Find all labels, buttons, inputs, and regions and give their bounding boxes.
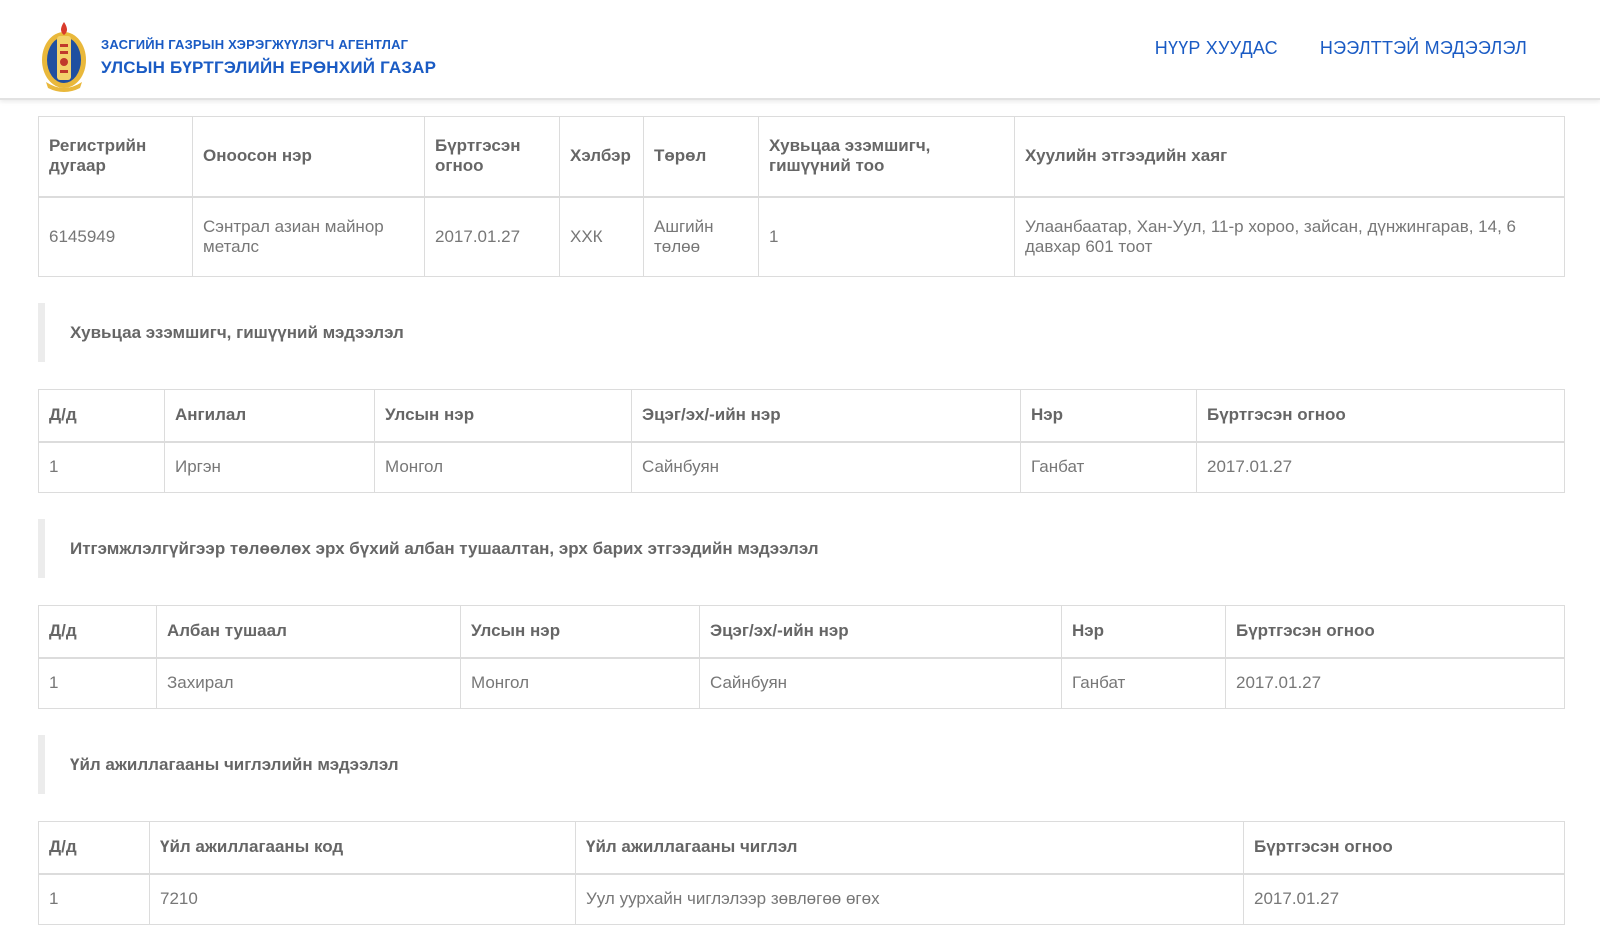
column-header: Оноосон нэр: [192, 116, 425, 198]
column-header: Хуулийн этгээдийн хаяг: [1014, 116, 1565, 198]
company-type: Ашгийн төлөө: [643, 196, 759, 277]
column-header: Улсын нэр: [460, 605, 700, 659]
registration-date: 2017.01.27: [424, 196, 560, 277]
column-header: Д/д: [38, 389, 165, 443]
table-row: 6145949 Сэнтрал азиан майнор металс 2017…: [38, 196, 1565, 277]
position: Захирал: [156, 657, 461, 709]
table-header-row: Регистрийн дугаар Оноосон нэр Бүртгэсэн …: [38, 116, 1565, 198]
table-header-row: Д/д Албан тушаал Улсын нэр Эцэг/эх/-ийн …: [38, 605, 1565, 659]
nav-open-data-link[interactable]: НЭЭЛТТЭЙ МЭДЭЭЛЭЛ: [1320, 38, 1527, 59]
shareholder-count: 1: [758, 196, 1015, 277]
nav-home-link[interactable]: НҮҮР ХУУДАС: [1155, 38, 1278, 59]
column-header: Д/д: [38, 605, 157, 659]
table-header-row: Д/д Үйл ажиллагааны код Үйл ажиллагааны …: [38, 821, 1565, 875]
site-header: ЗАСГИЙН ГАЗРЫН ХЭРЭГЖҮҮЛЭГЧ АГЕНТЛАГ УЛС…: [0, 0, 1600, 100]
company-address: Улаанбаатар, Хан-Уул, 11-р хороо, зайсан…: [1014, 196, 1565, 277]
country: Монгол: [374, 441, 632, 493]
row-index: 1: [38, 441, 165, 493]
person-name: Ганбат: [1061, 657, 1226, 709]
agency-name-line2: УЛСЫН БҮРТГЭЛИЙН ЕРӨНХИЙ ГАЗАР: [101, 58, 437, 77]
parent-name: Сайнбуян: [699, 657, 1062, 709]
row-index: 1: [38, 873, 150, 925]
registration-date: 2017.01.27: [1225, 657, 1565, 709]
column-header: Бүртгэсэн огноо: [1243, 821, 1565, 875]
column-header: Бүртгэсэн огноо: [424, 116, 560, 198]
column-header: Хувьцаа эзэмшигч, гишүүний тоо: [758, 116, 1015, 198]
column-header: Нэр: [1061, 605, 1226, 659]
column-header: Эцэг/эх/-ийн нэр: [631, 389, 1021, 443]
shareholders-table: Д/д Ангилал Улсын нэр Эцэг/эх/-ийн нэр Н…: [38, 389, 1565, 493]
registration-date: 2017.01.27: [1243, 873, 1565, 925]
table-row: 1 7210 Уул уурхайн чиглэлээр зөвлөгөө өг…: [38, 873, 1565, 925]
company-info-table: Регистрийн дугаар Оноосон нэр Бүртгэсэн …: [38, 116, 1565, 277]
column-header: Бүртгэсэн огноо: [1225, 605, 1565, 659]
category: Иргэн: [164, 441, 375, 493]
activities-table: Д/д Үйл ажиллагааны код Үйл ажиллагааны …: [38, 821, 1565, 925]
section-title-shareholders: Хувьцаа эзэмшигч, гишүүний мэдээлэл: [38, 303, 1565, 362]
agency-name-line1: ЗАСГИЙН ГАЗРЫН ХЭРЭГЖҮҮЛЭГЧ АГЕНТЛАГ: [101, 37, 409, 52]
soyombo-emblem-icon[interactable]: [40, 18, 88, 92]
column-header: Үйл ажиллагааны чиглэл: [575, 821, 1244, 875]
column-header: Эцэг/эх/-ийн нэр: [699, 605, 1062, 659]
table-header-row: Д/д Ангилал Улсын нэр Эцэг/эх/-ийн нэр Н…: [38, 389, 1565, 443]
main-nav: НҮҮР ХУУДАС НЭЭЛТТЭЙ МЭДЭЭЛЭЛ: [1155, 38, 1527, 59]
registration-number: 6145949: [38, 196, 193, 277]
column-header: Төрөл: [643, 116, 759, 198]
column-header: Албан тушаал: [156, 605, 461, 659]
section-title-officials: Итгэмжлэлгүйгээр төлөөлөх эрх бүхий алба…: [38, 519, 1565, 578]
section-title-activities: Үйл ажиллагааны чиглэлийн мэдээлэл: [38, 735, 1565, 794]
column-header: Д/д: [38, 821, 150, 875]
table-row: 1 Захирал Монгол Сайнбуян Ганбат 2017.01…: [38, 657, 1565, 709]
column-header: Ангилал: [164, 389, 375, 443]
column-header: Улсын нэр: [374, 389, 632, 443]
activity-description: Уул уурхайн чиглэлээр зөвлөгөө өгөх: [575, 873, 1244, 925]
registration-date: 2017.01.27: [1196, 441, 1565, 493]
column-header: Хэлбэр: [559, 116, 644, 198]
person-name: Ганбат: [1020, 441, 1197, 493]
officials-table: Д/д Албан тушаал Улсын нэр Эцэг/эх/-ийн …: [38, 605, 1565, 709]
company-name: Сэнтрал азиан майнор металс: [192, 196, 425, 277]
column-header: Нэр: [1020, 389, 1197, 443]
column-header: Үйл ажиллагааны код: [149, 821, 576, 875]
table-row: 1 Иргэн Монгол Сайнбуян Ганбат 2017.01.2…: [38, 441, 1565, 493]
agency-brand[interactable]: ЗАСГИЙН ГАЗРЫН ХЭРЭГЖҮҮЛЭГЧ АГЕНТЛАГ УЛС…: [101, 37, 436, 78]
activity-code: 7210: [149, 873, 576, 925]
column-header: Регистрийн дугаар: [38, 116, 193, 198]
company-form: ХХК: [559, 196, 644, 277]
column-header: Бүртгэсэн огноо: [1196, 389, 1565, 443]
parent-name: Сайнбуян: [631, 441, 1021, 493]
row-index: 1: [38, 657, 157, 709]
country: Монгол: [460, 657, 700, 709]
